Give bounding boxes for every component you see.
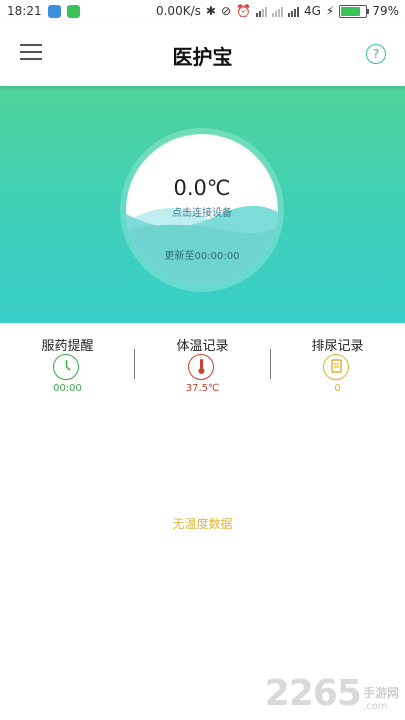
empty-state-text: 无温度数据 <box>172 517 233 531</box>
quick-label: 体温记录 <box>176 339 229 354</box>
signal-2-icon <box>271 6 283 17</box>
signal-icon <box>255 6 267 17</box>
temperature-panel: 0.0℃ 点击连接设备 更新至00:00:00 <box>0 86 405 323</box>
watermark-site: 手游网 <box>362 686 399 700</box>
watermark-number: 2265 <box>264 673 362 714</box>
status-time: 18:21 <box>7 4 42 18</box>
temperature-value: 0.0℃ <box>173 176 231 200</box>
quick-label: 排尿记录 <box>311 339 364 354</box>
status-bar: 18:21 0.00K/s ✱ ⊘ ⏰ 4G ⚡ 79% <box>0 0 405 24</box>
page-title: 医护宝 <box>172 45 233 69</box>
connect-device-link[interactable]: 点击连接设备 <box>126 204 278 219</box>
quick-value: 00:00 <box>53 383 82 394</box>
thermometer-icon <box>188 354 214 380</box>
battery-percent: 79% <box>372 4 399 18</box>
watermark-logo: 2265 手游网 .com <box>264 673 399 714</box>
temperature-record-item[interactable]: 体温记录 37.5℃ <box>135 323 270 401</box>
battery-icon <box>339 4 370 18</box>
charging-icon: ⚡ <box>325 4 335 18</box>
quick-value: 37.5℃ <box>185 383 220 394</box>
app-bar: 医护宝 ? <box>0 24 405 86</box>
notification-app-icon <box>47 4 61 18</box>
quick-value: 0 <box>334 383 341 394</box>
update-time: 更新至00:00:00 <box>164 251 240 262</box>
signal-3-icon <box>287 6 299 17</box>
watermark-domain: .com <box>362 701 388 712</box>
medication-reminder-item[interactable]: 服药提醒 00:00 <box>0 323 135 401</box>
network-type: 4G <box>303 4 321 18</box>
note-icon <box>323 354 349 380</box>
vibrate-icon: ⊘ <box>220 4 231 18</box>
notification-wechat-icon <box>66 4 80 18</box>
network-speed: 0.00K/s <box>155 4 201 18</box>
quick-label: 服药提醒 <box>41 339 94 354</box>
bluetooth-icon: ✱ <box>205 4 216 18</box>
clock-icon <box>53 354 79 380</box>
alarm-icon: ⏰ <box>236 4 251 18</box>
temperature-gauge[interactable]: 0.0℃ 点击连接设备 更新至00:00:00 <box>126 134 278 286</box>
quick-actions: 服药提醒 00:00 体温记录 37.5℃ 排尿记录 0 <box>0 323 405 403</box>
urination-record-item[interactable]: 排尿记录 0 <box>270 323 405 401</box>
help-icon[interactable]: ? <box>366 44 386 64</box>
